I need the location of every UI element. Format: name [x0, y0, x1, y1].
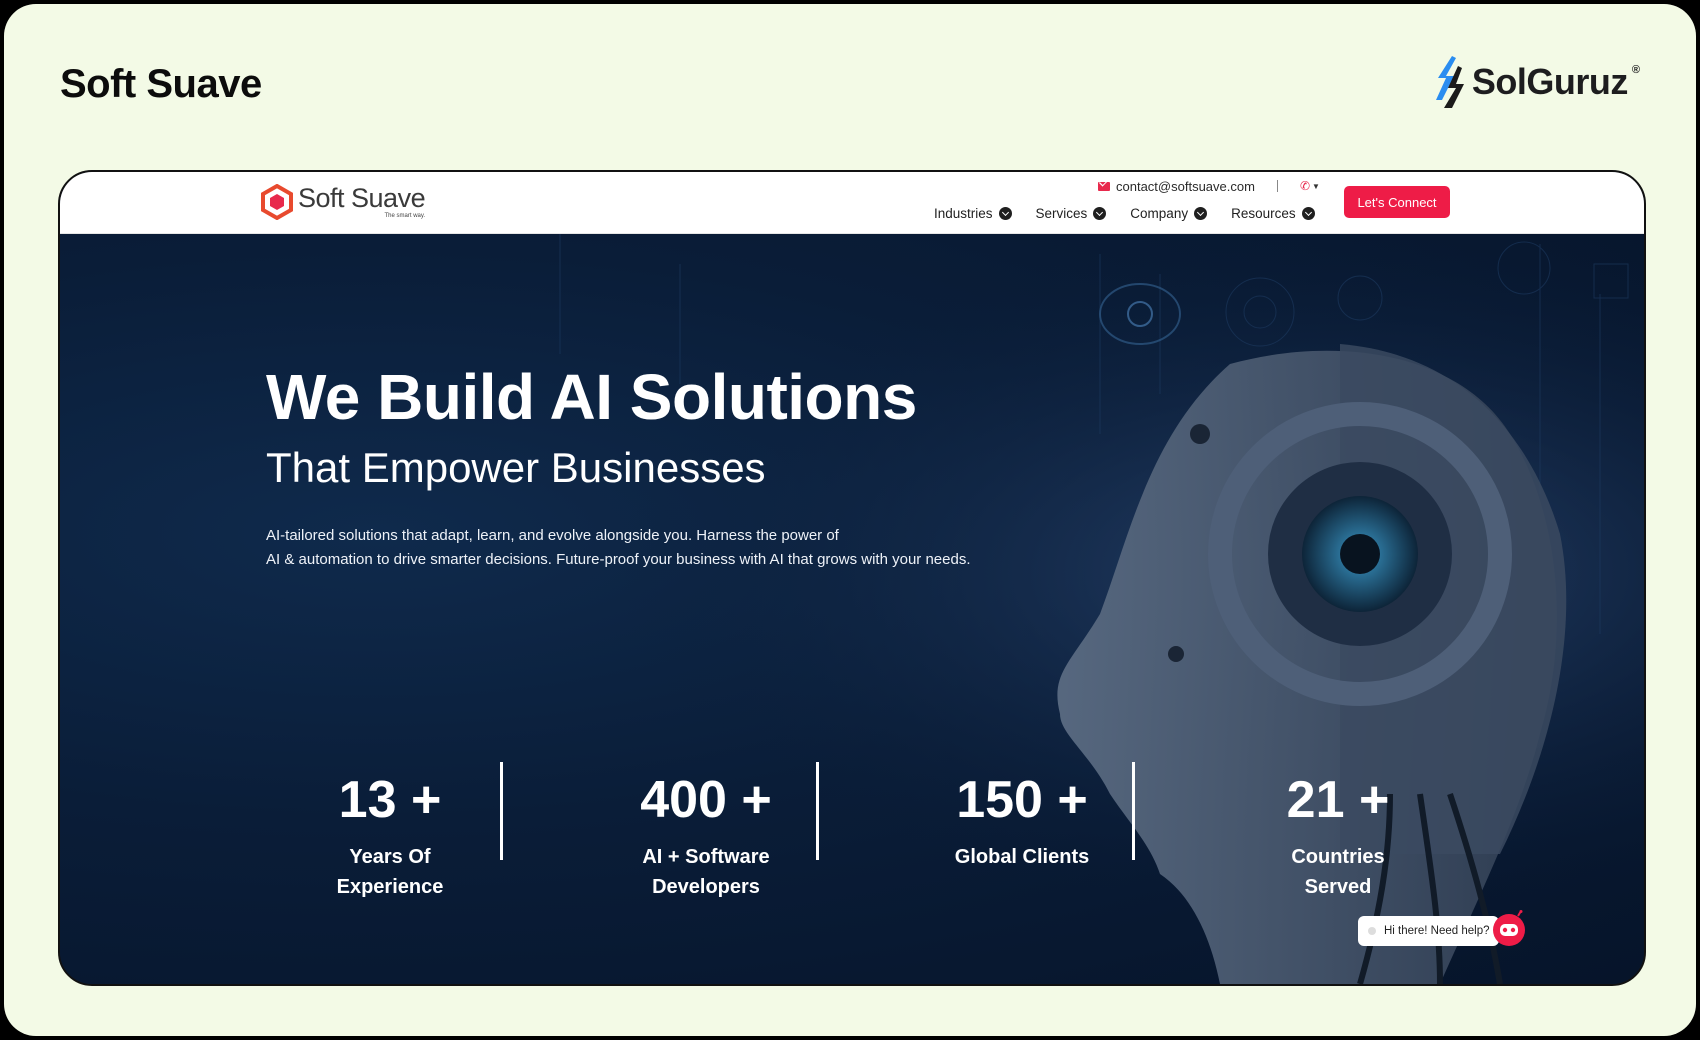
- phone-icon[interactable]: ✆: [1300, 179, 1310, 193]
- description-line: AI-tailored solutions that adapt, learn,…: [266, 527, 839, 544]
- chevron-down-icon: [1194, 207, 1208, 220]
- stat-divider: [500, 762, 503, 860]
- nav-label: Industries: [934, 206, 993, 221]
- site-header: Soft Suave The smart way. contact@softsu…: [60, 172, 1644, 234]
- stat-label-line: Countries: [1291, 846, 1385, 868]
- cube-logo-icon: [261, 184, 293, 220]
- registered-mark: ®: [1631, 64, 1640, 76]
- contact-row: contact@softsuave.com ✆ ▼: [1098, 178, 1320, 194]
- slide-frame: Soft Suave SolGuruz ® Soft Suave The sma…: [4, 4, 1696, 1036]
- chat-prompt-bubble[interactable]: Hi there! Need help?: [1358, 916, 1500, 946]
- chatbot-icon[interactable]: [1492, 910, 1526, 946]
- logo-name: Soft Suave: [298, 183, 426, 213]
- page-title: Soft Suave: [60, 62, 262, 106]
- stat-value: 21 +: [1286, 771, 1390, 829]
- nav-label: Services: [1035, 206, 1088, 221]
- stat-label-line: Developers: [652, 876, 760, 898]
- mail-icon: [1098, 181, 1110, 191]
- stat-label-line: Experience: [336, 876, 444, 898]
- hero-section: We Build AI Solutions That Empower Busin…: [60, 234, 1644, 984]
- stat-divider: [816, 762, 819, 860]
- lets-connect-button[interactable]: Let's Connect: [1344, 186, 1450, 218]
- nav-company[interactable]: Company: [1130, 206, 1208, 221]
- hero-headline: We Build AI Solutions: [266, 361, 917, 433]
- solguruz-brand: SolGuruz ®: [1428, 54, 1640, 110]
- site-logo[interactable]: Soft Suave The smart way.: [260, 183, 426, 220]
- contact-email-link[interactable]: contact@softsuave.com: [1116, 179, 1255, 194]
- hero-description: AI-tailored solutions that adapt, learn,…: [266, 524, 1026, 572]
- chevron-down-icon: [998, 207, 1012, 220]
- brand-name: SolGuruz: [1471, 61, 1629, 102]
- chat-prompt-text: Hi there! Need help?: [1384, 925, 1490, 937]
- stat-divider: [1132, 762, 1135, 860]
- main-nav: Industries Services Company Resources: [934, 206, 1315, 221]
- chat-dot-icon: [1368, 927, 1376, 935]
- stat-label-line: Served: [1304, 876, 1372, 898]
- hero-subheadline: That Empower Businesses: [266, 444, 766, 491]
- stats-row: 13 + Years Of Experience 400 + AI + Soft…: [232, 762, 1496, 902]
- contact-divider: [1276, 180, 1278, 192]
- nav-services[interactable]: Services: [1036, 206, 1107, 221]
- stat-countries: 21 + Countries Served: [1180, 762, 1496, 902]
- website-screenshot: Soft Suave The smart way. contact@softsu…: [58, 170, 1646, 986]
- chevron-down-icon: [1301, 207, 1315, 220]
- nav-resources[interactable]: Resources: [1231, 206, 1315, 221]
- nav-label: Company: [1130, 206, 1189, 221]
- caret-down-icon[interactable]: ▼: [1312, 182, 1320, 191]
- description-line: AI & automation to drive smarter decisio…: [266, 551, 971, 568]
- nav-label: Resources: [1231, 206, 1296, 221]
- logo-tagline: The smart way.: [384, 213, 426, 219]
- solguruz-logo-icon: [1435, 56, 1464, 108]
- stat-label: Countries Served: [1180, 842, 1496, 902]
- nav-industries[interactable]: Industries: [934, 206, 1012, 221]
- chevron-down-icon: [1093, 207, 1107, 220]
